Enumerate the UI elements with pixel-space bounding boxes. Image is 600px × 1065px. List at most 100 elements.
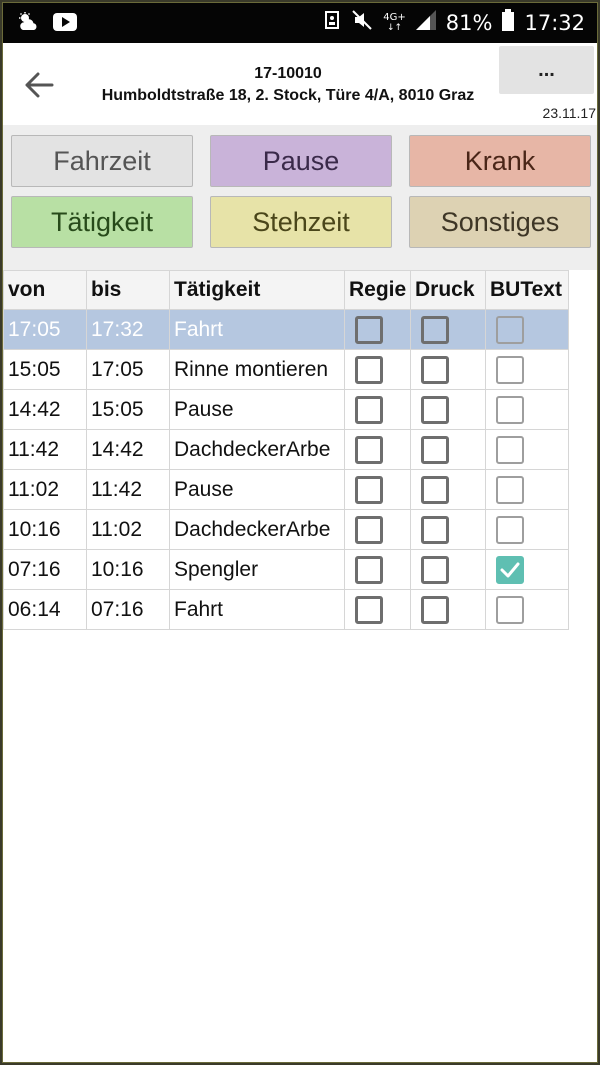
regie-checkbox[interactable] xyxy=(355,355,383,384)
von-cell: 15:05 xyxy=(3,350,87,390)
druck-checkbox[interactable] xyxy=(421,395,449,424)
activity-cell: Fahrt xyxy=(170,310,345,350)
regie-cell xyxy=(345,390,411,430)
stehzeit-button[interactable]: Stehzeit xyxy=(210,196,392,248)
mute-icon xyxy=(351,9,373,36)
druck-checkbox[interactable] xyxy=(421,555,449,584)
regie-checkbox[interactable] xyxy=(355,435,383,464)
von-cell: 14:42 xyxy=(3,390,87,430)
category-button-panel: Fahrzeit Pause Krank Tätigkeit Stehzeit … xyxy=(3,125,597,270)
butext-cell xyxy=(486,430,569,470)
bis-cell: 07:16 xyxy=(87,590,170,630)
regie-checkbox[interactable] xyxy=(355,315,383,344)
druck-cell xyxy=(411,430,486,470)
krank-button[interactable]: Krank xyxy=(409,135,591,187)
regie-checkbox[interactable] xyxy=(355,395,383,424)
butext-cell xyxy=(486,550,569,590)
druck-checkbox[interactable] xyxy=(421,315,449,344)
column-header-regie[interactable]: Regie xyxy=(345,270,411,310)
von-cell: 07:16 xyxy=(3,550,87,590)
druck-checkbox[interactable] xyxy=(421,355,449,384)
druck-cell xyxy=(411,590,486,630)
signal-icon xyxy=(415,10,436,35)
butext-cell xyxy=(486,510,569,550)
bis-cell: 15:05 xyxy=(87,390,170,430)
taetigkeit-button[interactable]: Tätigkeit xyxy=(11,196,193,248)
column-header-bis[interactable]: bis xyxy=(87,270,170,310)
butext-checkbox[interactable] xyxy=(496,355,524,384)
druck-checkbox[interactable] xyxy=(421,435,449,464)
checkmark-icon xyxy=(500,562,520,577)
druck-cell xyxy=(411,350,486,390)
regie-checkbox[interactable] xyxy=(355,555,383,584)
activity-cell: Rinne montieren xyxy=(170,350,345,390)
von-cell: 11:02 xyxy=(3,470,87,510)
regie-cell xyxy=(345,470,411,510)
regie-cell xyxy=(345,430,411,470)
butext-checkbox[interactable] xyxy=(496,315,524,344)
table-row[interactable]: 15:05 17:05 Rinne montieren xyxy=(3,350,569,390)
column-header-von[interactable]: von xyxy=(3,270,87,310)
von-cell: 11:42 xyxy=(3,430,87,470)
more-button[interactable]: ... xyxy=(499,46,594,94)
butext-cell xyxy=(486,350,569,390)
bis-cell: 10:16 xyxy=(87,550,170,590)
regie-checkbox[interactable] xyxy=(355,515,383,544)
druck-cell xyxy=(411,550,486,590)
druck-checkbox[interactable] xyxy=(421,475,449,504)
regie-cell xyxy=(345,590,411,630)
network-indicator: 4G+ ↓↑ xyxy=(383,11,406,33)
bis-cell: 11:42 xyxy=(87,470,170,510)
activity-cell: Spengler xyxy=(170,550,345,590)
activity-cell: DachdeckerArbe xyxy=(170,510,345,550)
table-row[interactable]: 07:16 10:16 Spengler xyxy=(3,550,569,590)
butext-cell xyxy=(486,470,569,510)
column-header-taetigkeit[interactable]: Tätigkeit xyxy=(170,270,345,310)
butext-checkbox[interactable] xyxy=(496,435,524,464)
butext-cell xyxy=(486,390,569,430)
time-entries-table: von bis Tätigkeit Regie Druck BUText 17:… xyxy=(3,270,569,630)
table-row[interactable]: 11:42 14:42 DachdeckerArbe xyxy=(3,430,569,470)
battery-percent: 81% xyxy=(445,10,493,35)
job-number: 17-10010 xyxy=(254,65,322,82)
activity-cell: DachdeckerArbe xyxy=(170,430,345,470)
activity-cell: Fahrt xyxy=(170,590,345,630)
back-button[interactable] xyxy=(17,63,61,107)
butext-checkbox[interactable] xyxy=(496,595,524,624)
table-header-row: von bis Tätigkeit Regie Druck BUText xyxy=(3,270,569,310)
activity-cell: Pause xyxy=(170,390,345,430)
regie-cell xyxy=(345,510,411,550)
table-row[interactable]: 10:16 11:02 DachdeckerArbe xyxy=(3,510,569,550)
butext-checkbox[interactable] xyxy=(496,395,524,424)
pause-button[interactable]: Pause xyxy=(210,135,392,187)
column-header-druck[interactable]: Druck xyxy=(411,270,486,310)
column-header-butext[interactable]: BUText xyxy=(486,270,569,310)
table-row[interactable]: 11:02 11:42 Pause xyxy=(3,470,569,510)
regie-cell xyxy=(345,350,411,390)
bis-cell: 17:32 xyxy=(87,310,170,350)
regie-cell xyxy=(345,310,411,350)
header-date: 23.11.17 xyxy=(542,105,596,121)
app-header: 17-10010 Humboldtstraße 18, 2. Stock, Tü… xyxy=(3,43,597,125)
activity-cell: Pause xyxy=(170,470,345,510)
youtube-icon xyxy=(53,13,77,36)
druck-checkbox[interactable] xyxy=(421,595,449,624)
butext-checkbox[interactable] xyxy=(496,515,524,544)
bis-cell: 14:42 xyxy=(87,430,170,470)
regie-checkbox[interactable] xyxy=(355,475,383,504)
regie-checkbox[interactable] xyxy=(355,595,383,624)
butext-checkbox[interactable] xyxy=(496,555,524,584)
table-row[interactable]: 17:05 17:32 Fahrt xyxy=(3,310,569,350)
butext-checkbox[interactable] xyxy=(496,475,524,504)
regie-cell xyxy=(345,550,411,590)
job-address: Humboldtstraße 18, 2. Stock, Türe 4/A, 8… xyxy=(101,87,475,104)
druck-cell xyxy=(411,390,486,430)
druck-checkbox[interactable] xyxy=(421,515,449,544)
usb-debug-icon xyxy=(323,9,341,36)
von-cell: 06:14 xyxy=(3,590,87,630)
table-row[interactable]: 14:42 15:05 Pause xyxy=(3,390,569,430)
sonstiges-button[interactable]: Sonstiges xyxy=(409,196,591,248)
druck-cell xyxy=(411,510,486,550)
table-row[interactable]: 06:14 07:16 Fahrt xyxy=(3,590,569,630)
fahrzeit-button[interactable]: Fahrzeit xyxy=(11,135,193,187)
